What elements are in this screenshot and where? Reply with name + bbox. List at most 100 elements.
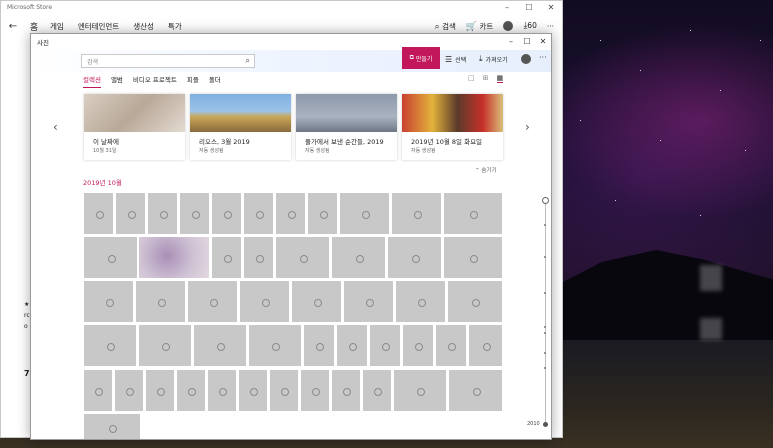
create-button[interactable]: ⧉ 만들기 [402,47,440,69]
photo-tile[interactable] [340,193,389,234]
tab-video-projects[interactable]: 비디오 프로젝트 [133,74,177,88]
close-icon[interactable]: ✕ [540,1,562,15]
photo-tile[interactable] [332,370,360,411]
chevron-left-icon[interactable]: ‹ [53,120,58,134]
minimize-icon[interactable]: – [496,1,518,15]
photo-tile[interactable] [276,193,305,234]
more-icon[interactable]: ··· [547,22,554,31]
photo-tile[interactable] [444,193,502,234]
photo-tile[interactable] [332,237,385,278]
downloads-button[interactable]: ⤓60 [523,21,537,31]
timeline-marker [544,224,546,226]
nav-productivity[interactable]: 생산성 [133,21,154,32]
photo-tile[interactable] [188,281,237,322]
photo-tile[interactable] [388,237,441,278]
photo-tile[interactable] [344,281,393,322]
small-view-icon[interactable]: ▦ [496,74,504,83]
memory-card[interactable]: 리오스, 3월 2019 자동 생성됨 [190,94,291,160]
photo-tile[interactable] [448,281,502,322]
photo-tile[interactable] [304,325,334,366]
photo-tile[interactable] [403,325,433,366]
back-arrow-icon[interactable]: ← [1,21,25,32]
photo-tile[interactable] [240,281,289,322]
photo-tile[interactable] [84,370,112,411]
photo-tile[interactable] [194,325,246,366]
photo-tile[interactable] [292,281,341,322]
photo-tile[interactable] [308,193,337,234]
timeline-handle[interactable] [542,197,549,204]
photo-tile[interactable] [436,325,466,366]
photo-tile[interactable] [394,370,446,411]
photo-tile[interactable] [115,370,143,411]
store-cart-button[interactable]: 🛒 카트 [466,21,493,32]
photo-tile[interactable] [444,237,502,278]
nav-entertainment[interactable]: 엔터테인먼트 [78,21,119,32]
photo-tile[interactable] [392,193,441,234]
photo-tile[interactable] [180,193,209,234]
memory-card[interactable]: 풀가에서 보낸 순간들, 2019 자동 생성됨 [296,94,397,160]
avatar[interactable] [503,21,514,31]
view-size-toggle: □ ⊞ ▦ [468,74,504,83]
search-input[interactable]: 검색 ⌕ [81,54,255,68]
photo-tile[interactable] [244,237,273,278]
photo-tile[interactable] [244,193,273,234]
close-icon[interactable]: ✕ [535,34,551,50]
photo-tile[interactable] [84,414,140,439]
photo-tile[interactable] [139,325,191,366]
tab-collection[interactable]: 컬렉션 [83,74,101,88]
photo-tile[interactable] [84,325,136,366]
photo-tile[interactable] [276,237,329,278]
avatar[interactable] [521,54,531,64]
store-cart-label: 카트 [479,21,494,31]
timeline-scrubber[interactable] [545,200,546,426]
medium-view-icon[interactable]: ⊞ [483,74,489,83]
nav-games[interactable]: 게임 [50,21,64,32]
memory-card[interactable]: 이 날짜에 10월 31일 [84,94,185,160]
photo-tile[interactable] [208,370,236,411]
photo-tile[interactable] [337,325,367,366]
large-view-icon[interactable]: □ [468,74,475,83]
photo-tile[interactable] [270,370,298,411]
downloads-count: 60 [527,21,537,30]
photos-window[interactable]: 사진 – ☐ ✕ 검색 ⌕ ⧉ 만들기 ☰ 선택 ⤓ 가져오기 ··· 컬렉션 … [30,33,552,440]
tab-albums[interactable]: 앨범 [111,74,123,88]
photo-tile[interactable] [139,237,209,278]
photo-tile[interactable] [177,370,205,411]
photo-tile[interactable] [84,281,133,322]
import-button[interactable]: ⤓ 가져오기 [479,52,508,66]
nav-deals[interactable]: 특가 [168,21,182,32]
select-button[interactable]: ☰ 선택 [445,52,466,66]
photo-tile[interactable] [84,237,137,278]
photo-tile[interactable] [84,193,113,234]
photo-tile[interactable] [469,325,502,366]
photo-tile[interactable] [396,281,445,322]
tab-folders[interactable]: 폴더 [209,74,221,88]
photos-titlebar[interactable]: 사진 – ☐ ✕ [31,34,551,50]
minimize-icon[interactable]: – [503,34,519,50]
photos-title: 사진 [37,39,49,47]
nav-home[interactable]: 홈 [25,20,43,33]
more-icon[interactable]: ··· [539,53,547,62]
photo-tile[interactable] [449,370,502,411]
search-icon[interactable]: ⌕ [246,56,250,66]
photo-tile[interactable] [212,237,241,278]
photo-tile[interactable] [148,193,177,234]
photo-tile[interactable] [370,325,400,366]
tab-people[interactable]: 피플 [187,74,199,88]
photo-tile[interactable] [146,370,174,411]
photo-tile[interactable] [239,370,267,411]
store-search-button[interactable]: ⌕ 검색 [435,21,456,32]
photo-tile[interactable] [136,281,185,322]
maximize-icon[interactable]: ☐ [519,34,535,50]
photo-tile[interactable] [301,370,329,411]
hide-memories-link[interactable]: ⌃ 숨기기 [475,166,497,174]
photo-tile[interactable] [363,370,391,411]
photo-tile[interactable] [116,193,145,234]
timeline-end [543,422,548,427]
photo-tile[interactable] [212,193,241,234]
create-icon: ⧉ [409,54,414,61]
memory-card[interactable]: 2019년 10월 8일 화요일 자동 생성됨 [402,94,503,160]
maximize-icon[interactable]: ☐ [518,1,540,15]
chevron-right-icon[interactable]: › [525,120,530,134]
photo-tile[interactable] [249,325,301,366]
